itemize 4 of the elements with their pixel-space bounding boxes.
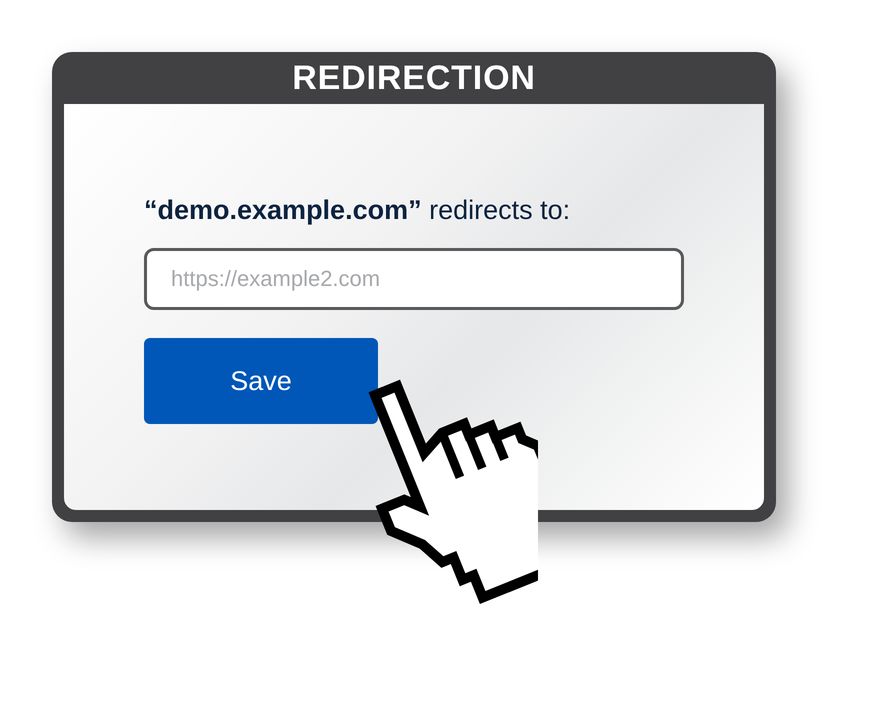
prompt-text: “demo.example.com” redirects to:	[144, 194, 572, 227]
window-title: REDIRECTION	[292, 58, 536, 98]
url-field[interactable]: https://example2.com	[144, 248, 684, 310]
save-button[interactable]: Save	[144, 338, 378, 424]
